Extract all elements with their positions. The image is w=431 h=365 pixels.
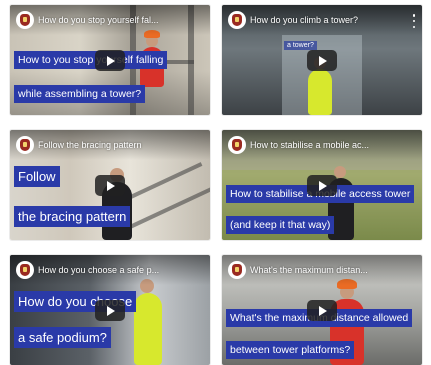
caption-line: a safe podium? [14, 327, 111, 348]
channel-logo-icon [20, 14, 30, 26]
video-thumbnail[interactable]: How to stabilise a mobile ac... How to s… [222, 130, 422, 240]
video-title[interactable]: How do you stop yourself fal... [38, 11, 192, 29]
play-button[interactable] [95, 300, 125, 321]
caption-line: between tower platforms? [226, 341, 355, 359]
play-button[interactable] [307, 300, 337, 321]
caption-line: while assembling a tower? [14, 85, 146, 103]
caption-line: the bracing pattern [14, 206, 131, 227]
channel-avatar[interactable] [228, 11, 246, 29]
channel-logo-icon [232, 139, 242, 151]
channel-avatar[interactable] [228, 261, 246, 279]
video-title[interactable]: How do you climb a tower? [250, 11, 404, 29]
play-button[interactable] [307, 50, 337, 71]
caption-line: Follow [14, 166, 60, 187]
play-button[interactable] [95, 50, 125, 71]
channel-logo-icon [20, 264, 30, 276]
play-icon [107, 180, 115, 191]
video-title[interactable]: How do you choose a safe p... [38, 261, 192, 279]
video-title[interactable]: What's the maximum distan... [250, 261, 404, 279]
caption-line: a tower? [284, 41, 317, 50]
caption-line: (and keep it that way) [226, 216, 335, 234]
channel-logo-icon [232, 14, 242, 26]
play-icon [107, 55, 115, 66]
channel-avatar[interactable] [16, 136, 34, 154]
play-icon [319, 305, 327, 316]
play-icon [319, 180, 327, 191]
play-button[interactable] [307, 175, 337, 196]
channel-logo-icon [20, 139, 30, 151]
video-thumbnail[interactable]: What's the maximum distan... What's the … [222, 255, 422, 365]
video-grid: How do you stop yourself fal... How to y… [0, 0, 431, 365]
video-thumbnail[interactable]: How do you climb a tower? a tower? [222, 5, 422, 115]
video-thumbnail[interactable]: Follow the bracing pattern Follow the br… [10, 130, 210, 240]
channel-avatar[interactable] [16, 11, 34, 29]
video-thumbnail[interactable]: How do you stop yourself fal... How to y… [10, 5, 210, 115]
play-icon [107, 305, 115, 316]
play-icon [319, 55, 327, 66]
video-thumbnail[interactable]: How do you choose a safe p... How do you… [10, 255, 210, 365]
more-options-icon[interactable] [412, 14, 416, 28]
caption-line: How to you stop yourself falling [14, 51, 168, 69]
channel-logo-icon [232, 264, 242, 276]
video-title[interactable]: Follow the bracing pattern [38, 136, 192, 154]
channel-avatar[interactable] [228, 136, 246, 154]
video-title[interactable]: How to stabilise a mobile ac... [250, 136, 404, 154]
play-button[interactable] [95, 175, 125, 196]
channel-avatar[interactable] [16, 261, 34, 279]
